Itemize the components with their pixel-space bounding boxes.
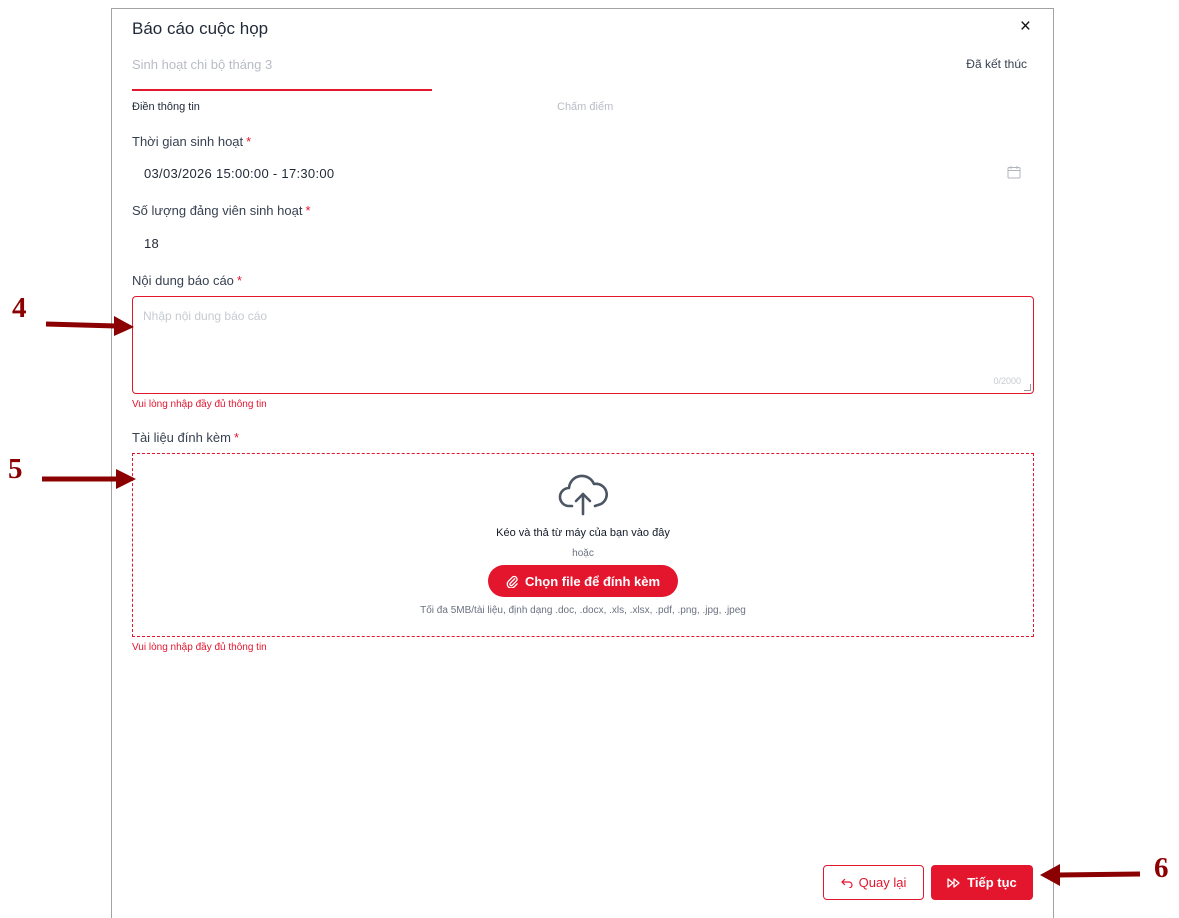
modal-title: Báo cáo cuộc họp (132, 19, 269, 38)
required-mark: * (246, 134, 252, 149)
time-label: Thời gian sinh hoạt * (132, 134, 252, 149)
resize-handle[interactable] (1024, 384, 1031, 391)
meeting-subtitle: Sinh hoạt chi bộ tháng 3 (132, 57, 273, 72)
close-icon[interactable]: × (1020, 17, 1031, 37)
active-tab-indicator (132, 89, 432, 91)
back-button[interactable]: Quay lại (823, 865, 924, 900)
annotation-arrow-4 (45, 316, 134, 336)
attachment-error-message: Vui lòng nhập đầy đủ thông tin (132, 642, 267, 653)
required-mark: * (234, 430, 240, 445)
report-content-textarea[interactable]: Nhập nội dung báo cáo 0/2000 (132, 296, 1034, 394)
drag-drop-text: Kéo và thả từ máy của bạn vào đây (496, 527, 670, 539)
fast-forward-icon (947, 877, 960, 888)
annotation-number-6: 6 (1154, 852, 1169, 884)
required-mark: * (236, 273, 242, 288)
annotation-number-5: 5 (8, 453, 23, 485)
required-mark: * (305, 203, 311, 218)
status-badge: Đã kết thúc (966, 57, 1027, 71)
next-label: Tiếp tục (967, 875, 1017, 890)
time-range-field[interactable]: 03/03/2026 15:00:00 - 17:30:00 (144, 166, 334, 181)
cloud-upload-icon (558, 474, 608, 516)
tab-fill-info[interactable]: Điền thông tin (132, 101, 200, 113)
attachment-label: Tài liệu đính kèm * (132, 430, 240, 445)
content-placeholder: Nhập nội dung báo cáo (143, 309, 268, 323)
char-counter: 0/2000 (993, 376, 1021, 386)
back-label: Quay lại (858, 875, 907, 890)
members-count-field[interactable]: 18 (144, 236, 159, 251)
annotation-arrow-6 (1040, 864, 1141, 886)
tab-scoring[interactable]: Chấm điểm (557, 101, 613, 113)
file-limits-text: Tối đa 5MB/tài liệu, định dạng .doc, .do… (420, 605, 746, 616)
content-error-message: Vui lòng nhập đầy đủ thông tin (132, 399, 267, 410)
paperclip-icon (506, 575, 518, 588)
calendar-icon[interactable] (1007, 165, 1021, 179)
choose-file-label: Chọn file để đính kèm (524, 573, 661, 589)
annotation-number-4: 4 (12, 292, 27, 324)
or-text: hoặc (572, 548, 594, 559)
file-dropzone[interactable]: Kéo và thả từ máy của bạn vào đây hoặc C… (132, 453, 1034, 637)
members-label: Số lượng đảng viên sinh hoạt * (132, 203, 311, 218)
next-button[interactable]: Tiếp tục (931, 865, 1033, 900)
undo-arrow-icon (840, 878, 853, 888)
report-modal: Báo cáo cuộc họp × Sinh hoạt chi bộ thán… (111, 8, 1054, 918)
annotation-arrow-5 (42, 469, 136, 489)
content-label: Nội dung báo cáo * (132, 273, 242, 288)
choose-file-button[interactable]: Chọn file để đính kèm (488, 565, 678, 597)
